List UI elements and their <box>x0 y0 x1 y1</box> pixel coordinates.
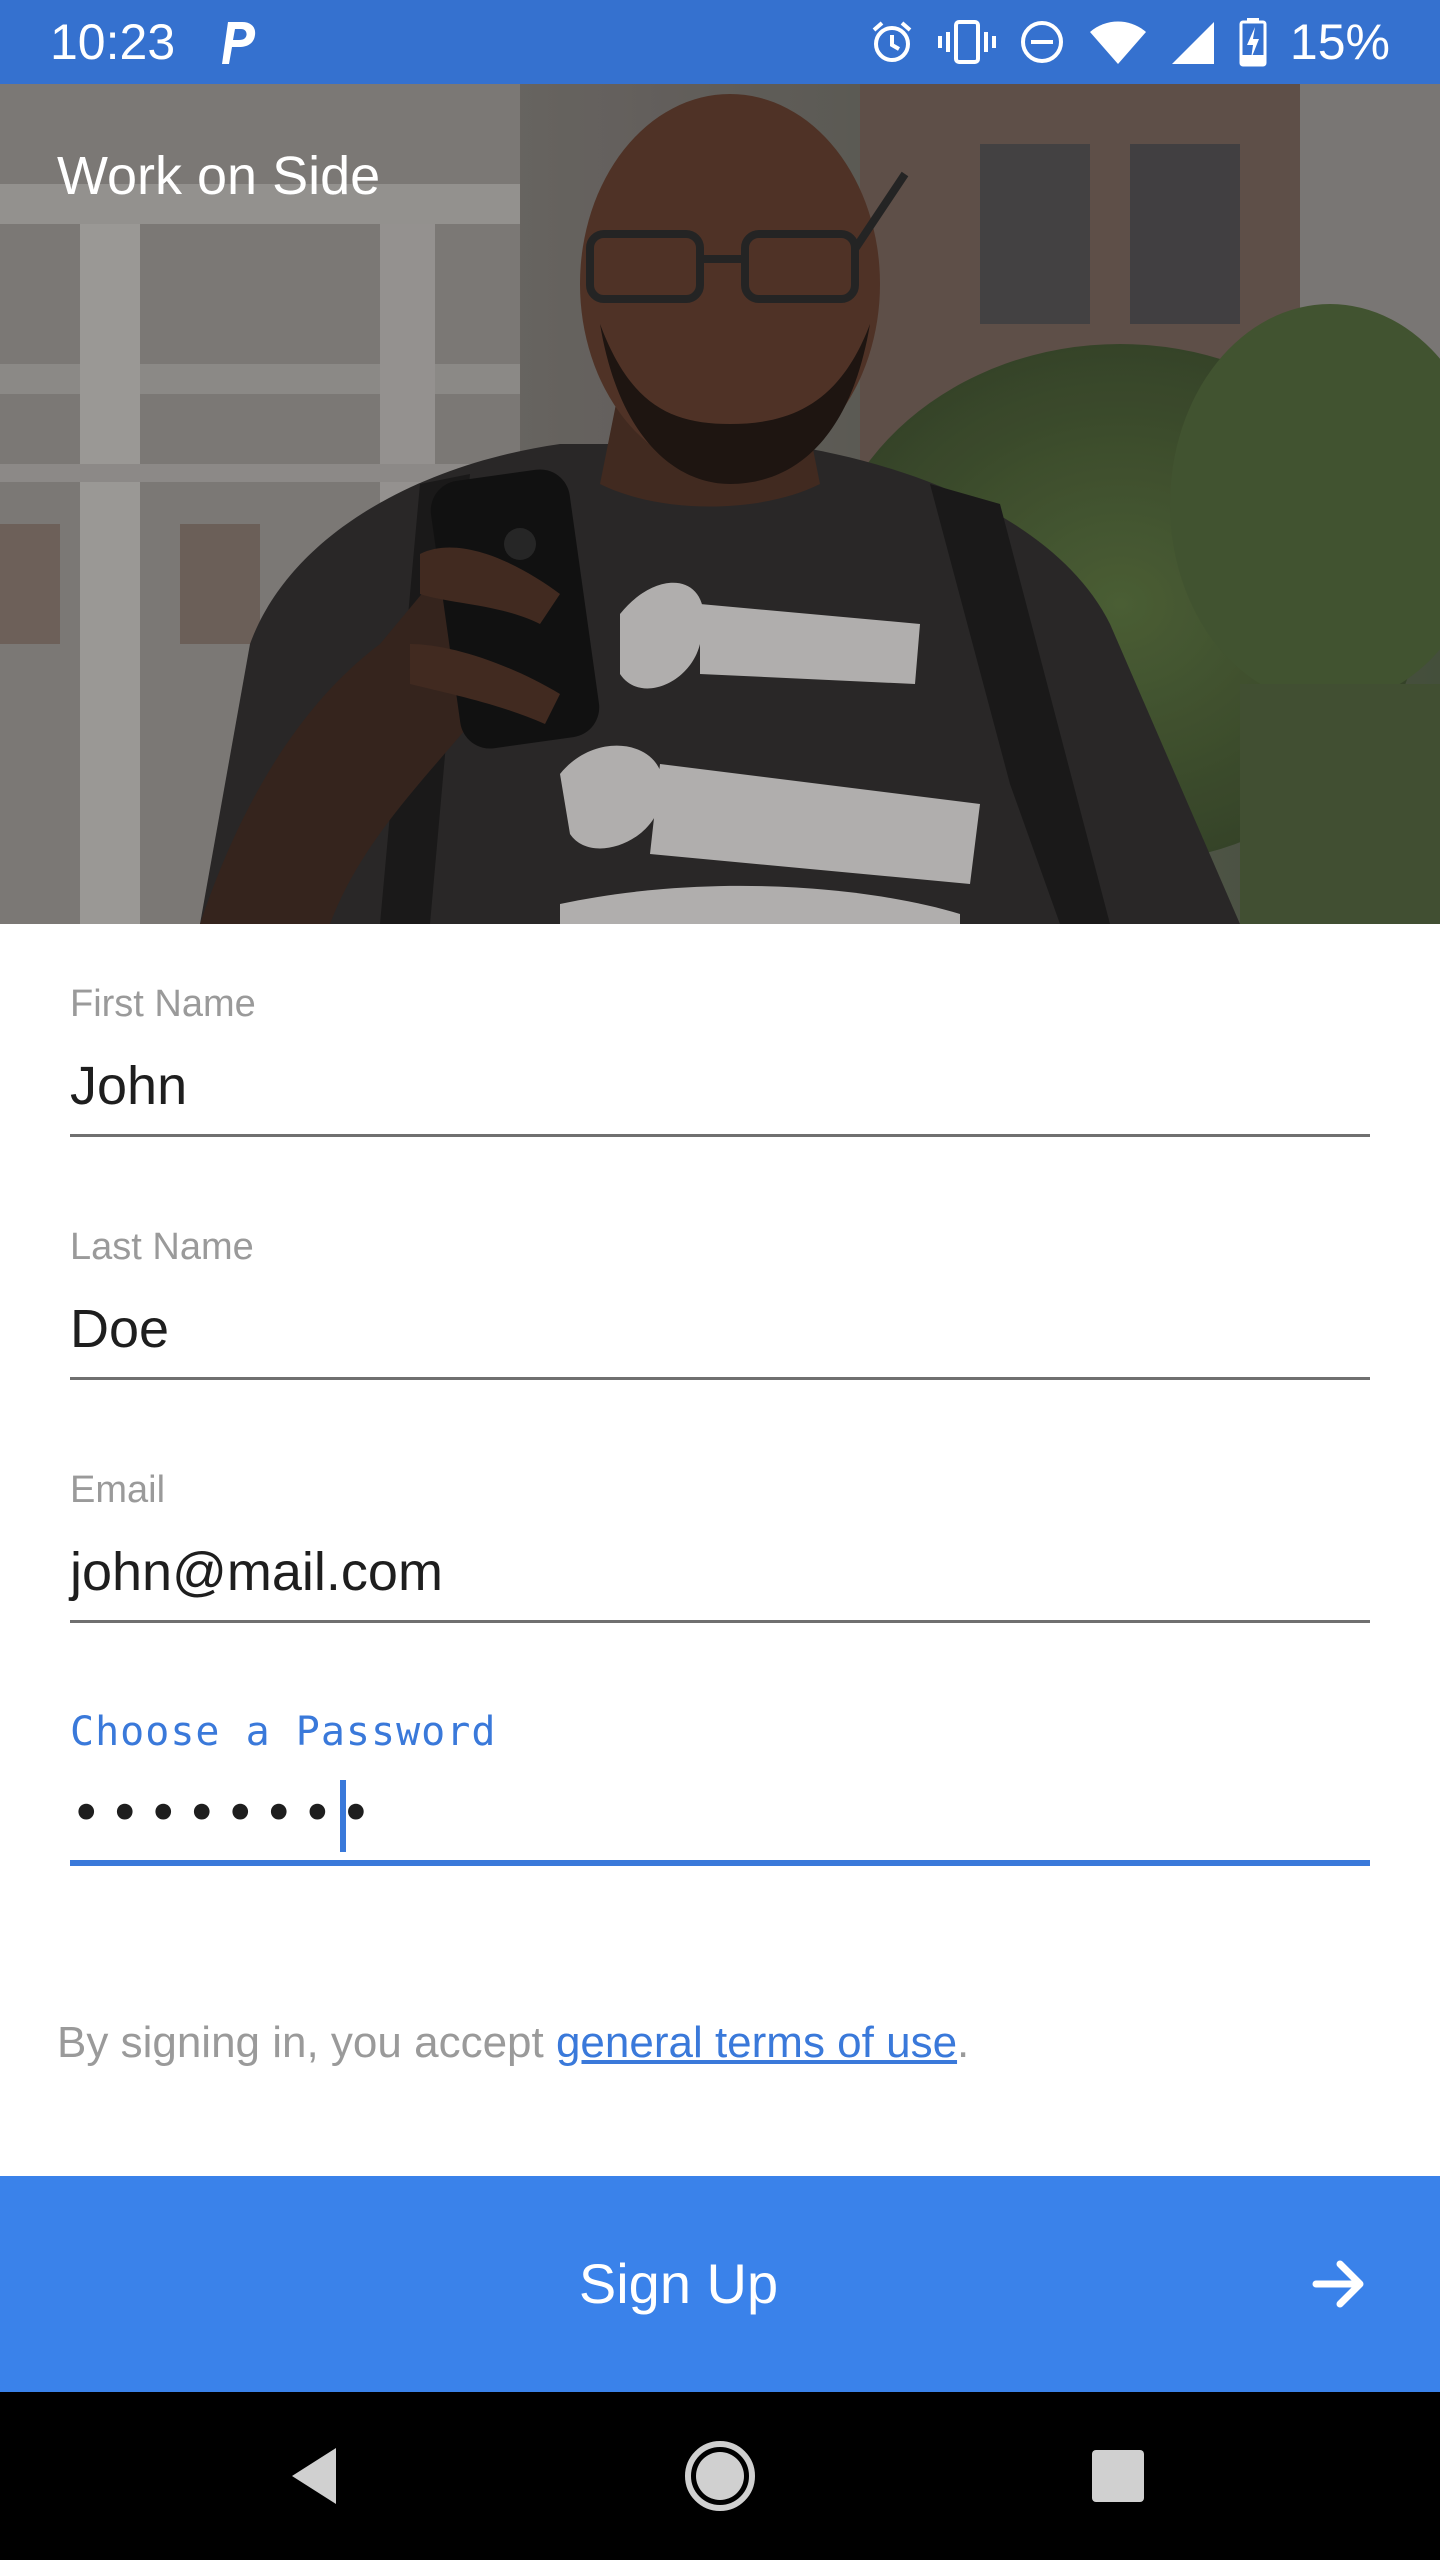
home-icon[interactable] <box>678 2434 762 2518</box>
email-underline <box>70 1620 1370 1623</box>
navigation-bar <box>0 2392 1440 2560</box>
cell-signal-icon <box>1171 22 1214 64</box>
email-label: Email <box>70 1469 166 1511</box>
hero-banner: Work on Side <box>0 84 1440 924</box>
sign-up-button[interactable]: Sign Up <box>0 2176 1440 2392</box>
first-name-input[interactable]: John <box>70 1054 187 1118</box>
vibrate-icon <box>937 20 996 64</box>
alarm-icon <box>872 21 912 62</box>
back-icon[interactable] <box>276 2434 360 2518</box>
last-name-label: Last Name <box>70 1226 254 1268</box>
terms-text: By signing in, you accept general terms … <box>57 2016 969 2070</box>
terms-prefix: By signing in, you accept <box>57 2018 556 2067</box>
do-not-disturb-icon <box>1020 21 1063 63</box>
first-name-field[interactable]: First Name John <box>70 982 1370 1142</box>
password-input[interactable]: •••••••• <box>70 1782 378 1846</box>
password-underline <box>70 1860 1370 1866</box>
battery-charging-icon <box>1239 18 1267 67</box>
hero-photo <box>0 84 1440 924</box>
battery-percent: 15% <box>1289 14 1390 70</box>
first-name-label: First Name <box>70 983 256 1025</box>
first-name-underline <box>70 1134 1370 1137</box>
parking-app-icon <box>222 22 256 64</box>
terms-link[interactable]: general terms of use <box>556 2018 957 2067</box>
status-icons: 15% <box>868 10 1390 74</box>
text-caret <box>340 1780 346 1852</box>
signup-screen: 10:23 15% Work on Side First Name John L… <box>0 0 1440 2560</box>
last-name-input[interactable]: Doe <box>70 1297 169 1361</box>
status-bar: 10:23 15% <box>0 0 1440 84</box>
recents-icon[interactable] <box>1076 2434 1160 2518</box>
status-time: 10:23 <box>50 14 176 70</box>
email-field[interactable]: Email john@mail.com <box>70 1468 1370 1628</box>
last-name-underline <box>70 1377 1370 1380</box>
last-name-field[interactable]: Last Name Doe <box>70 1225 1370 1385</box>
arrow-right-icon <box>1312 2260 1364 2308</box>
terms-suffix: . <box>957 2018 970 2067</box>
sign-up-label: Sign Up <box>578 2252 779 2315</box>
wifi-icon <box>1089 21 1146 64</box>
password-label: Choose a Password <box>70 1709 497 1755</box>
email-input[interactable]: john@mail.com <box>70 1540 443 1604</box>
hero-title: Work on Side <box>57 146 381 206</box>
password-field[interactable]: Choose a Password •••••••• <box>70 1710 1370 1870</box>
